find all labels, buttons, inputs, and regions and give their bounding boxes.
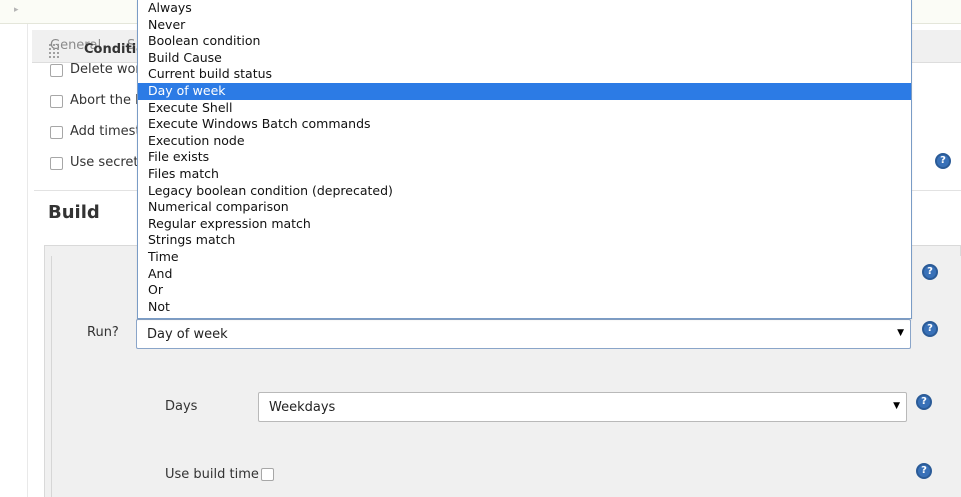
step-title: Condition xyxy=(84,42,138,57)
dropdown-option[interactable]: And xyxy=(138,266,911,283)
left-rail xyxy=(0,24,28,497)
dropdown-option[interactable]: Never xyxy=(138,17,911,34)
dropdown-option[interactable]: Files match xyxy=(138,166,911,183)
use-build-time-label: Use build time xyxy=(165,467,259,482)
dropdown-option[interactable]: Legacy boolean condition (deprecated) xyxy=(138,183,911,200)
dropdown-option[interactable]: Current build status xyxy=(138,66,911,83)
dropdown-option[interactable]: Boolean condition xyxy=(138,33,911,50)
dropdown-option[interactable]: Build Cause xyxy=(138,50,911,67)
checkbox[interactable] xyxy=(50,126,63,139)
dropdown-option[interactable]: Time xyxy=(138,249,911,266)
run-selected-value: Day of week xyxy=(147,327,228,342)
help-icon[interactable]: ? xyxy=(916,394,932,410)
checkbox[interactable] xyxy=(50,95,63,108)
dropdown-option[interactable]: File exists xyxy=(138,149,911,166)
chevron-down-icon: ▼ xyxy=(893,401,900,411)
help-icon[interactable]: ? xyxy=(916,463,932,479)
days-label: Days xyxy=(165,399,198,414)
dropdown-option[interactable]: Always xyxy=(138,0,911,17)
checkbox[interactable] xyxy=(50,157,63,170)
help-icon[interactable]: ? xyxy=(922,264,938,280)
help-icon[interactable]: ? xyxy=(922,321,938,337)
drag-handle-icon[interactable] xyxy=(48,43,59,58)
run-condition-dropdown-list[interactable]: Always Never Boolean condition Build Cau… xyxy=(137,0,912,319)
run-label: Run? xyxy=(87,325,119,340)
chevron-down-icon: ▼ xyxy=(897,328,904,338)
days-select[interactable]: Weekdays ▼ xyxy=(258,392,907,422)
dropdown-option[interactable]: Regular expression match xyxy=(138,216,911,233)
expand-arrow-icon[interactable]: ▸ xyxy=(14,5,19,15)
days-selected-value: Weekdays xyxy=(269,400,336,415)
use-build-time-checkbox[interactable] xyxy=(261,468,274,481)
dropdown-option[interactable]: Numerical comparison xyxy=(138,199,911,216)
dropdown-option[interactable]: Execute Shell xyxy=(138,100,911,117)
dropdown-option[interactable]: Not xyxy=(138,299,911,316)
run-condition-select[interactable]: Day of week ▼ xyxy=(136,319,911,349)
option-label: Use secret xyxy=(70,155,139,170)
dropdown-option[interactable]: Strings match xyxy=(138,232,911,249)
help-icon[interactable]: ? xyxy=(935,153,951,169)
dropdown-option[interactable]: Execution node xyxy=(138,133,911,150)
dropdown-option[interactable]: Execute Windows Batch commands xyxy=(138,116,911,133)
build-section-heading: Build xyxy=(48,202,100,223)
checkbox[interactable] xyxy=(50,64,63,77)
dropdown-option[interactable]: Or xyxy=(138,282,911,299)
dropdown-option[interactable]: Day of week xyxy=(138,83,911,100)
